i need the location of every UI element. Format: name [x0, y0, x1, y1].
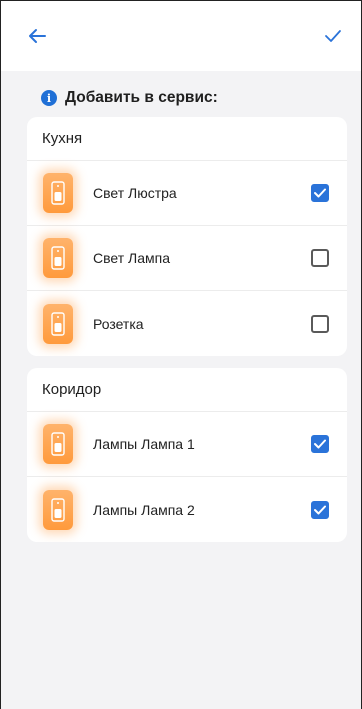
section-header: i Добавить в сервис: — [15, 79, 347, 117]
checkmark-icon — [325, 30, 341, 42]
top-bar — [1, 1, 361, 71]
switch-device-icon — [43, 424, 73, 464]
device-label: Свет Люстра — [93, 185, 177, 201]
info-icon: i — [41, 90, 57, 106]
device-label: Лампы Лампа 2 — [93, 501, 195, 518]
switch-device-icon — [43, 173, 73, 213]
room-group: Коридор Лампы Лампа 1 Лампы Лампа 2 — [27, 368, 347, 542]
device-row[interactable]: Лампы Лампа 1 — [27, 412, 347, 477]
device-label: Свет Лампа — [93, 250, 170, 266]
device-row[interactable]: Свет Люстра — [27, 161, 347, 226]
checkbox-checked[interactable] — [311, 500, 329, 519]
device-label: Розетка — [93, 315, 144, 332]
switch-device-icon — [43, 238, 73, 278]
back-button[interactable] — [23, 22, 51, 50]
arrow-left-icon — [29, 29, 46, 43]
checkbox-unchecked[interactable] — [311, 249, 329, 267]
checkbox-unchecked[interactable] — [311, 314, 329, 333]
checkbox-checked[interactable] — [311, 184, 329, 202]
groups-list: Кухня Свет Люстра Свет Лампа Розетка Коридор… — [15, 117, 347, 542]
room-title: Кухня — [27, 117, 347, 161]
room-group: Кухня Свет Люстра Свет Лампа Розетка — [27, 117, 347, 356]
device-row[interactable]: Свет Лампа — [27, 226, 347, 291]
checkbox-checked[interactable] — [311, 435, 329, 453]
switch-device-icon — [43, 303, 73, 344]
app-screen: i Добавить в сервис: Кухня Свет Люстра Све… — [0, 0, 362, 709]
content-area: i Добавить в сервис: Кухня Свет Люстра Све… — [1, 71, 361, 709]
device-row[interactable]: Лампы Лампа 2 — [27, 477, 347, 542]
device-label: Лампы Лампа 1 — [93, 436, 195, 452]
device-row[interactable]: Розетка — [27, 291, 347, 356]
section-title: Добавить в сервис: — [65, 89, 218, 106]
switch-device-icon — [43, 489, 73, 530]
room-title: Коридор — [27, 368, 347, 412]
confirm-button[interactable] — [319, 22, 347, 50]
